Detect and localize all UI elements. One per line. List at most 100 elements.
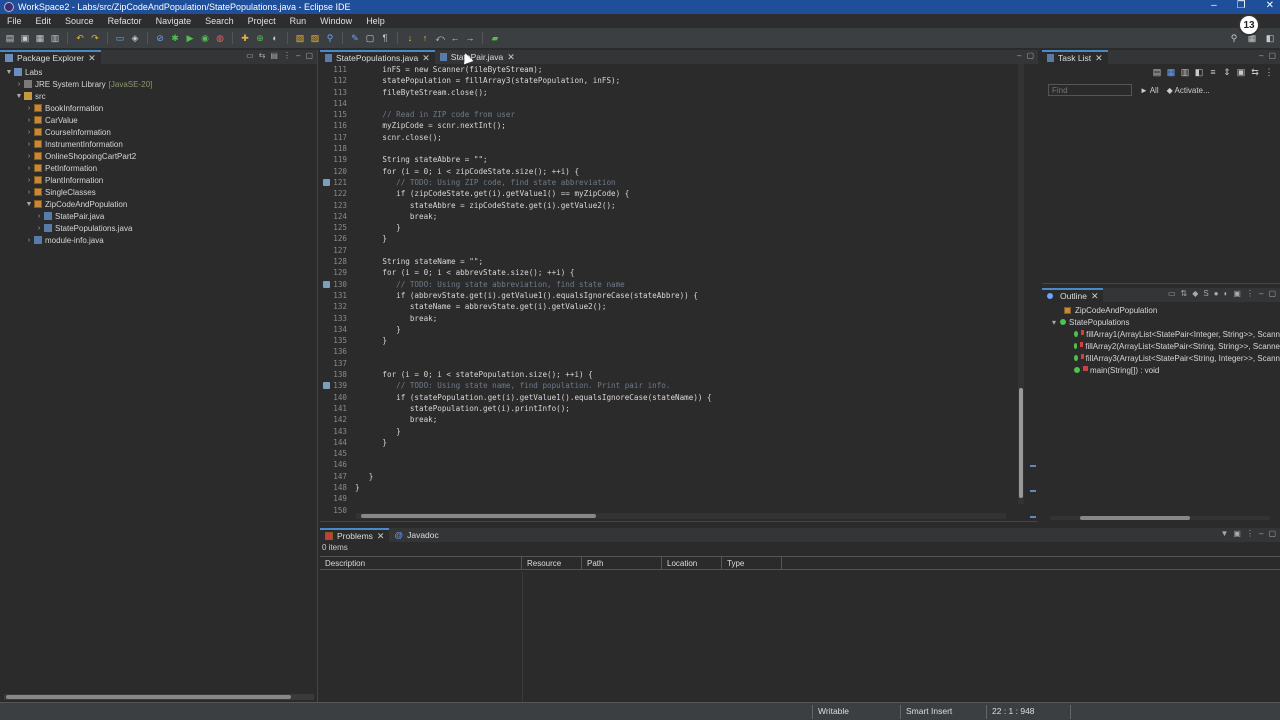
collapsed-arrow-icon[interactable]: ›: [24, 141, 34, 148]
collapsed-arrow-icon[interactable]: ›: [24, 177, 34, 184]
run-icon[interactable]: ▶: [184, 32, 196, 44]
code-line[interactable]: for (i = 0; i < statePopulation.size(); …: [355, 369, 712, 380]
hide-static-icon[interactable]: S: [1203, 289, 1208, 298]
minimize-icon[interactable]: –: [1211, 0, 1217, 11]
code-line[interactable]: [355, 459, 712, 470]
menu-run[interactable]: Run: [283, 16, 314, 26]
tree-item[interactable]: › InstrumentInformation: [0, 138, 317, 150]
code-line[interactable]: if (statePopulation.get(i).getValue1().e…: [355, 392, 711, 403]
outline-item[interactable]: fillArray1(ArrayList<StatePair<Integer, …: [1042, 328, 1280, 340]
code-line[interactable]: }: [355, 471, 712, 482]
tab-outline[interactable]: Outline ✕: [1042, 288, 1104, 302]
sort-icon[interactable]: ⇅: [1181, 289, 1188, 298]
hide-completed-icon[interactable]: ◧: [1194, 67, 1204, 77]
horizontal-scrollbar[interactable]: [4, 694, 314, 700]
code-line[interactable]: break;: [355, 414, 712, 425]
terminal-icon[interactable]: ▭: [114, 32, 126, 44]
link-editor-icon[interactable]: ⇆: [259, 51, 266, 60]
code-line[interactable]: break;: [355, 211, 712, 222]
new-task-icon[interactable]: ▤: [1152, 67, 1162, 77]
code-line[interactable]: }: [355, 482, 712, 493]
tree-item[interactable]: › StatePair.java: [0, 210, 317, 222]
column-type[interactable]: Type: [722, 557, 782, 569]
activate-link[interactable]: ◆ Activate...: [1167, 86, 1210, 95]
block-select-icon[interactable]: ▢: [364, 32, 376, 44]
tab-package-explorer[interactable]: Package Explorer ✕: [0, 50, 101, 64]
code-line[interactable]: statePopulation.get(i).printInfo();: [355, 403, 712, 414]
code-comment-line[interactable]: // Read in ZIP code from user: [355, 109, 712, 120]
maximize-icon[interactable]: ▢: [1268, 529, 1276, 538]
code-line[interactable]: }: [355, 324, 712, 335]
maximize-icon[interactable]: ▢: [1026, 51, 1034, 60]
forward-icon[interactable]: →: [464, 32, 476, 44]
categorized-icon[interactable]: ▦: [1166, 67, 1176, 77]
last-edit-icon[interactable]: ⤺: [434, 32, 446, 44]
expanded-arrow-icon[interactable]: ▼: [14, 93, 24, 100]
code-line[interactable]: String stateName = "";: [355, 256, 712, 267]
close-icon[interactable]: ✕: [1266, 0, 1274, 11]
code-line[interactable]: myZipCode = scnr.nextInt();: [355, 120, 712, 131]
tree-item[interactable]: › StatePopulations.java: [0, 222, 317, 234]
code-line[interactable]: for (i = 0; i < abbrevState.size(); ++i)…: [355, 267, 712, 278]
tree-item[interactable]: › SingleClasses: [0, 186, 317, 198]
outline-item[interactable]: fillArray2(ArrayList<StatePair<String, S…: [1042, 340, 1280, 352]
close-icon[interactable]: ✕: [507, 52, 515, 63]
code-line[interactable]: [355, 98, 712, 109]
collapse-all-icon[interactable]: ▭: [1168, 289, 1176, 298]
expanded-arrow-icon[interactable]: ▾: [1052, 318, 1056, 327]
collapsed-arrow-icon[interactable]: ›: [24, 165, 34, 172]
outline-item[interactable]: ZipCodeAndPopulation: [1042, 304, 1280, 316]
code-line[interactable]: }: [355, 233, 712, 244]
tree-item[interactable]: ▼ Labs: [0, 66, 317, 78]
collapse-icon[interactable]: ≡: [1208, 67, 1218, 77]
code-line[interactable]: [355, 245, 712, 256]
code-line[interactable]: for (i = 0; i < zipCodeState.size(); ++i…: [355, 166, 712, 177]
code-line[interactable]: [355, 448, 712, 459]
all-filter-link[interactable]: ► All: [1140, 86, 1159, 95]
code-comment-line[interactable]: // TODO: Using state abbreviation, find …: [355, 279, 712, 290]
code-line[interactable]: stateAbbre = zipCodeState.get(i).getValu…: [355, 200, 712, 211]
undo-icon[interactable]: ↶: [74, 32, 86, 44]
tree-item[interactable]: › PlantInformation: [0, 174, 317, 186]
new-class-icon[interactable]: ◐: [269, 32, 281, 44]
minimize-icon[interactable]: –: [1017, 51, 1021, 60]
maximize-icon[interactable]: ▢: [1268, 51, 1276, 60]
code-line[interactable]: String stateAbbre = "";: [355, 154, 712, 165]
collapsed-arrow-icon[interactable]: ›: [24, 105, 34, 112]
search-icon[interactable]: ⚲: [324, 32, 336, 44]
redo-icon[interactable]: ↷: [89, 32, 101, 44]
column-description[interactable]: Description: [320, 557, 522, 569]
code-line[interactable]: }: [355, 222, 712, 233]
link-icon[interactable]: ⇆: [1250, 67, 1260, 77]
tree-item[interactable]: › OnlineShopoingCartPart2: [0, 150, 317, 162]
highlight-icon[interactable]: ✎: [349, 32, 361, 44]
quick-access-search-icon[interactable]: ⚲: [1228, 32, 1240, 44]
collapsed-arrow-icon[interactable]: ›: [24, 117, 34, 124]
code-line[interactable]: [355, 346, 712, 357]
outline-item[interactable]: fillArray3(ArrayList<StatePair<String, I…: [1042, 352, 1280, 364]
code-line[interactable]: break;: [355, 313, 712, 324]
new-icon[interactable]: ▤: [4, 32, 16, 44]
code-line[interactable]: if (abbrevState.get(i).getValue1().equal…: [355, 290, 712, 301]
tree-item[interactable]: ▼ ZipCodeAndPopulation: [0, 198, 317, 210]
close-icon[interactable]: ✕: [422, 53, 430, 64]
save-all-icon[interactable]: ▦: [34, 32, 46, 44]
expanded-arrow-icon[interactable]: ▼: [4, 69, 14, 76]
code-line[interactable]: statePopulation = fillArray3(statePopula…: [355, 75, 712, 86]
tab-task-list[interactable]: Task List ✕: [1042, 50, 1108, 64]
column-resource[interactable]: Resource: [522, 557, 582, 569]
maximize-icon[interactable]: ▢: [305, 51, 313, 60]
print-icon[interactable]: ▥: [49, 32, 61, 44]
code-line[interactable]: }: [355, 437, 712, 448]
tab-problems[interactable]: Problems ✕: [320, 528, 390, 542]
maximize-icon[interactable]: ▢: [1268, 289, 1276, 298]
horizontal-scrollbar[interactable]: [1050, 516, 1270, 520]
open-type-icon[interactable]: ▧: [294, 32, 306, 44]
code-line[interactable]: [355, 358, 712, 369]
minimize-icon[interactable]: –: [296, 51, 300, 60]
tree-item[interactable]: ▼ src: [0, 90, 317, 102]
filter-icon[interactable]: ▼: [1221, 529, 1229, 538]
new-package-icon[interactable]: ⊕: [254, 32, 266, 44]
back-icon[interactable]: ←: [449, 32, 461, 44]
toggle-icon[interactable]: ◈: [129, 32, 141, 44]
